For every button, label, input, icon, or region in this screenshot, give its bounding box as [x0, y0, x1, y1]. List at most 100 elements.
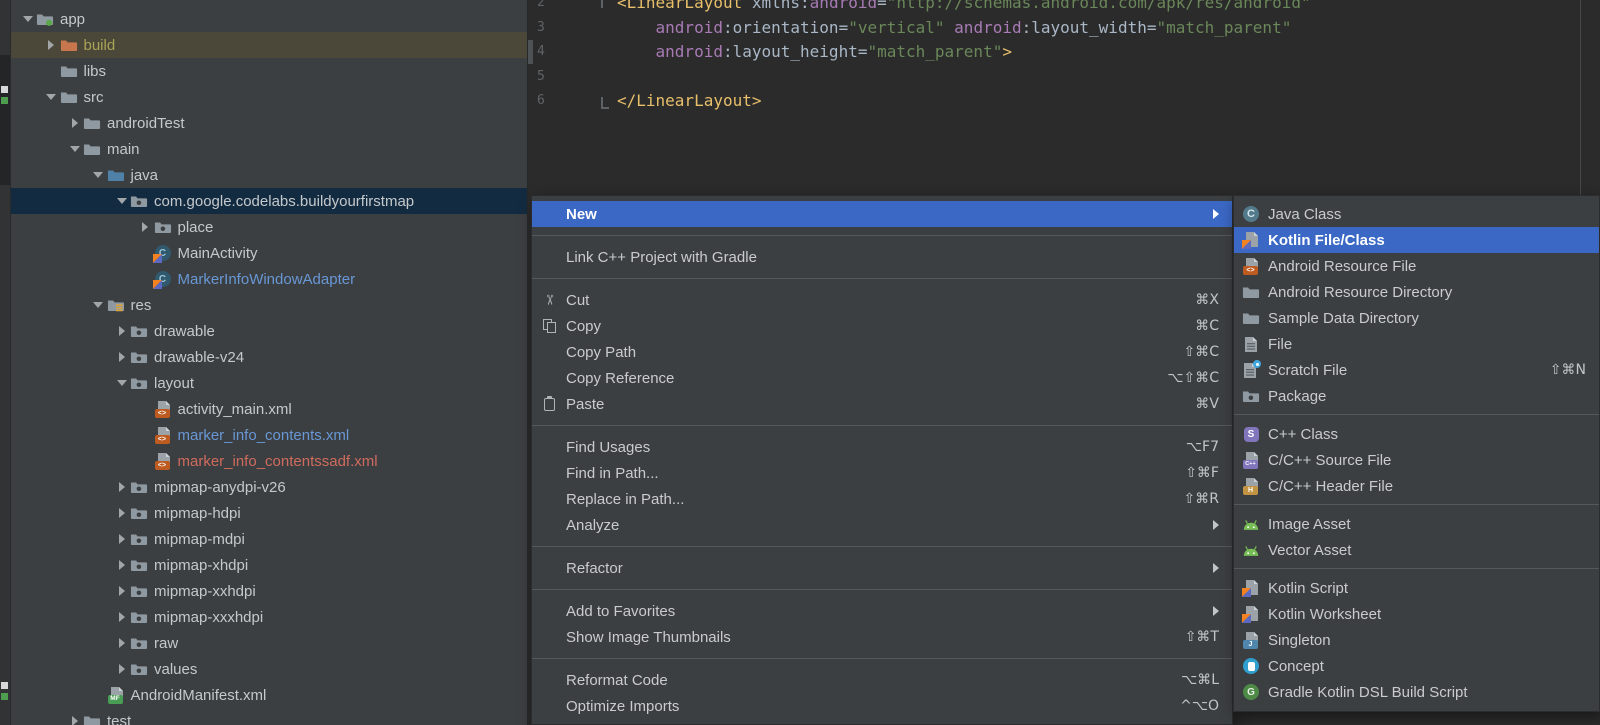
tree-item-activity-main-xml[interactable]: <>activity_main.xml: [10, 396, 527, 422]
tool-window-stripe[interactable]: [0, 0, 11, 725]
menu-item-copy-path[interactable]: Copy Path⇧⌘C: [532, 339, 1232, 365]
tree-item-libs[interactable]: libs: [10, 58, 527, 84]
tree-item-androidmanifest-xml[interactable]: MFAndroidManifest.xml: [10, 682, 527, 708]
submenu-item-kotlin-worksheet[interactable]: Kotlin Worksheet: [1234, 601, 1599, 627]
fold-marker-icon[interactable]: [599, 89, 613, 114]
code-line-3[interactable]: 3 android:orientation="vertical" android…: [528, 16, 1600, 41]
submenu-item-concept[interactable]: Concept: [1234, 653, 1599, 679]
chevron-right-icon[interactable]: [113, 586, 130, 596]
chevron-right-icon[interactable]: [137, 222, 154, 232]
tree-item-androidtest[interactable]: androidTest: [10, 110, 527, 136]
menu-item-show-image-thumbnails[interactable]: Show Image Thumbnails⇧⌘T: [532, 624, 1232, 650]
tree-item-build[interactable]: build: [10, 32, 527, 58]
submenu-item-singleton[interactable]: JSingleton: [1234, 627, 1599, 653]
chevron-down-icon[interactable]: [90, 172, 107, 178]
menu-item-new[interactable]: New: [532, 201, 1232, 227]
submenu-arrow-icon: [1213, 563, 1219, 573]
menu-item-copy[interactable]: Copy⌘C: [532, 313, 1232, 339]
code-line-2[interactable]: 2<LinearLayout xmlns:android="http://sch…: [528, 0, 1600, 16]
tree-item-java[interactable]: java: [10, 162, 527, 188]
chevron-right-icon[interactable]: [113, 638, 130, 648]
chevron-right-icon[interactable]: [113, 482, 130, 492]
chevron-right-icon[interactable]: [43, 40, 60, 50]
chevron-right-icon[interactable]: [113, 664, 130, 674]
code-line-5[interactable]: 5: [528, 65, 1600, 90]
menu-item-add-to-favorites[interactable]: Add to Favorites: [532, 598, 1232, 624]
menu-separator: [1234, 563, 1599, 575]
tree-item-drawable[interactable]: drawable: [10, 318, 527, 344]
menu-item-copy-reference[interactable]: Copy Reference⌥⇧⌘C: [532, 365, 1232, 391]
submenu-item-file[interactable]: File: [1234, 331, 1599, 357]
tree-item-test[interactable]: test: [10, 708, 527, 725]
chevron-right-icon[interactable]: [66, 118, 83, 128]
menu-item-reformat-code[interactable]: Reformat Code⌥⌘L: [532, 667, 1232, 693]
tree-item-mipmap-mdpi[interactable]: mipmap-mdpi: [10, 526, 527, 552]
submenu-item-android-resource-directory[interactable]: Android Resource Directory: [1234, 279, 1599, 305]
menu-item-replace-in-path[interactable]: Replace in Path...⇧⌘R: [532, 486, 1232, 512]
chevron-right-icon[interactable]: [113, 534, 130, 544]
tree-item-marker-info-contentssadf-xml[interactable]: <>marker_info_contentssadf.xml: [10, 448, 527, 474]
chevron-down-icon[interactable]: [43, 94, 60, 100]
submenu-item-c-c-source-file[interactable]: C++C/C++ Source File: [1234, 447, 1599, 473]
menu-item-find-usages[interactable]: Find Usages⌥F7: [532, 434, 1232, 460]
tree-item-markerinfowindowadapter[interactable]: CMarkerInfoWindowAdapter: [10, 266, 527, 292]
tree-item-com-google-codelabs-buildyourfirstmap[interactable]: com.google.codelabs.buildyourfirstmap: [10, 188, 527, 214]
menu-item-analyze[interactable]: Analyze: [532, 512, 1232, 538]
project-tree[interactable]: appbuildlibssrcandroidTestmain java com.go…: [10, 0, 528, 725]
menu-item-label: Kotlin Script: [1268, 580, 1348, 597]
tree-item-values[interactable]: values: [10, 656, 527, 682]
menu-item-cut[interactable]: ✂Cut⌘X: [532, 287, 1232, 313]
submenu-item-gradle-kotlin-dsl-build-script[interactable]: GGradle Kotlin DSL Build Script: [1234, 679, 1599, 705]
chevron-right-icon[interactable]: [113, 508, 130, 518]
tree-item-mipmap-xhdpi[interactable]: mipmap-xhdpi: [10, 552, 527, 578]
tree-item-mainactivity[interactable]: CMainActivity: [10, 240, 527, 266]
chevron-right-icon[interactable]: [113, 352, 130, 362]
tree-item-main[interactable]: main: [10, 136, 527, 162]
chevron-down-icon[interactable]: [113, 198, 130, 204]
tree-item-place[interactable]: place: [10, 214, 527, 240]
menu-shortcut: ⌘X: [1195, 292, 1219, 308]
tree-item-drawable-v24[interactable]: drawable-v24: [10, 344, 527, 370]
submenu-item-package[interactable]: Package: [1234, 383, 1599, 409]
chevron-down-icon[interactable]: [66, 146, 83, 152]
chevron-right-icon[interactable]: [113, 326, 130, 336]
menu-item-link-c-project-with-gradle[interactable]: Link C++ Project with Gradle: [532, 244, 1232, 270]
tree-item-layout[interactable]: layout: [10, 370, 527, 396]
tree-item-mipmap-hdpi[interactable]: mipmap-hdpi: [10, 500, 527, 526]
fold-marker-icon[interactable]: [599, 0, 613, 16]
submenu-item-kotlin-file-class[interactable]: Kotlin File/Class: [1234, 227, 1599, 253]
menu-item-paste[interactable]: Paste⌘V: [532, 391, 1232, 417]
chevron-down-icon[interactable]: [19, 16, 36, 22]
tree-item-mipmap-xxxhdpi[interactable]: mipmap-xxxhdpi: [10, 604, 527, 630]
tree-item-raw[interactable]: raw: [10, 630, 527, 656]
menu-item-refactor[interactable]: Refactor: [532, 555, 1232, 581]
submenu-item-c-c-header-file[interactable]: HC/C++ Header File: [1234, 473, 1599, 499]
menu-item-find-in-path[interactable]: Find in Path...⇧⌘F: [532, 460, 1232, 486]
tree-item-marker-info-contents-xml[interactable]: <>marker_info_contents.xml: [10, 422, 527, 448]
submenu-item-scratch-file[interactable]: Scratch File⇧⌘N: [1234, 357, 1599, 383]
submenu-item-image-asset[interactable]: Image Asset: [1234, 511, 1599, 537]
submenu-item-vector-asset[interactable]: Vector Asset: [1234, 537, 1599, 563]
scratch-file-icon: [1242, 362, 1260, 379]
submenu-item-kotlin-script[interactable]: Kotlin Script: [1234, 575, 1599, 601]
editor-scrollbar-track[interactable]: [1580, 0, 1581, 195]
menu-item-optimize-imports[interactable]: Optimize Imports^⌥O: [532, 693, 1232, 719]
submenu-item-c-class[interactable]: SC++ Class: [1234, 421, 1599, 447]
submenu-item-android-resource-file[interactable]: <>Android Resource File: [1234, 253, 1599, 279]
tree-item-mipmap-anydpi-v26[interactable]: mipmap-anydpi-v26: [10, 474, 527, 500]
tree-item-app[interactable]: app: [10, 6, 527, 32]
chevron-right-icon[interactable]: [113, 612, 130, 622]
submenu-item-java-class[interactable]: CJava Class: [1234, 201, 1599, 227]
line-number: 4: [528, 40, 599, 65]
submenu-item-sample-data-directory[interactable]: Sample Data Directory: [1234, 305, 1599, 331]
tree-item-src[interactable]: src: [10, 84, 527, 110]
chevron-down-icon[interactable]: [113, 380, 130, 386]
tree-item-mipmap-xxhdpi[interactable]: mipmap-xxhdpi: [10, 578, 527, 604]
tree-item-res[interactable]: res: [10, 292, 527, 318]
chevron-right-icon[interactable]: [66, 716, 83, 725]
chevron-down-icon[interactable]: [90, 302, 107, 308]
chevron-right-icon[interactable]: [113, 560, 130, 570]
tree-item-label: java: [131, 167, 159, 184]
code-line-4[interactable]: 4 android:layout_height="match_parent">: [528, 40, 1600, 65]
code-line-6[interactable]: 6</LinearLayout>: [528, 89, 1600, 114]
